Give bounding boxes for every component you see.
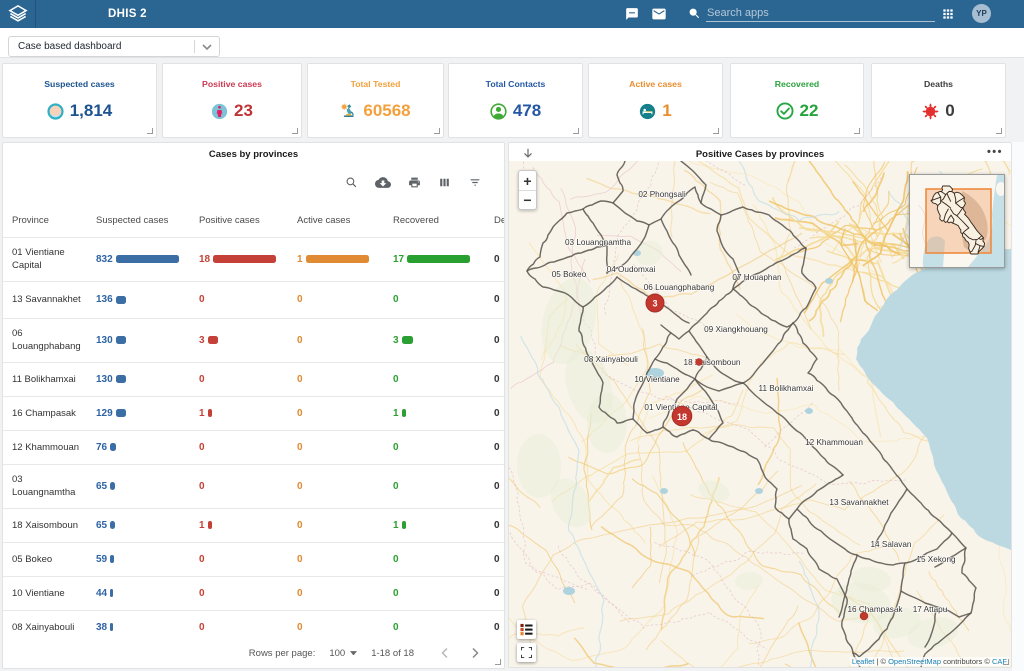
svg-text:3: 3 bbox=[652, 299, 657, 309]
svg-text:10 Vientiane: 10 Vientiane bbox=[634, 375, 680, 384]
svg-text:02 Phongsali: 02 Phongsali bbox=[638, 190, 686, 199]
svg-text:16 Champasak: 16 Champasak bbox=[847, 605, 903, 614]
svg-text:05 Bokeo: 05 Bokeo bbox=[552, 270, 587, 279]
svg-text:06 Louangphabang: 06 Louangphabang bbox=[644, 283, 715, 292]
svg-text:17 Attapu: 17 Attapu bbox=[913, 605, 948, 614]
svg-text:14 Salavan: 14 Salavan bbox=[871, 540, 912, 549]
svg-text:11 Bolikhamxai: 11 Bolikhamxai bbox=[759, 384, 814, 393]
svg-text:04 Oudomxai: 04 Oudomxai bbox=[607, 265, 656, 274]
svg-text:09 Xiangkhouang: 09 Xiangkhouang bbox=[704, 325, 768, 334]
svg-text:03 Louangnamtha: 03 Louangnamtha bbox=[565, 238, 631, 247]
svg-text:18: 18 bbox=[677, 412, 687, 422]
svg-text:07 Houaphan: 07 Houaphan bbox=[732, 273, 782, 282]
svg-text:15 Xekong: 15 Xekong bbox=[916, 555, 956, 564]
svg-text:13 Savannakhet: 13 Savannakhet bbox=[829, 498, 889, 507]
svg-text:18 Xaisomboun: 18 Xaisomboun bbox=[684, 358, 741, 367]
svg-text:08 Xainyabouli: 08 Xainyabouli bbox=[584, 355, 638, 364]
svg-text:12 Khammouan: 12 Khammouan bbox=[805, 438, 863, 447]
